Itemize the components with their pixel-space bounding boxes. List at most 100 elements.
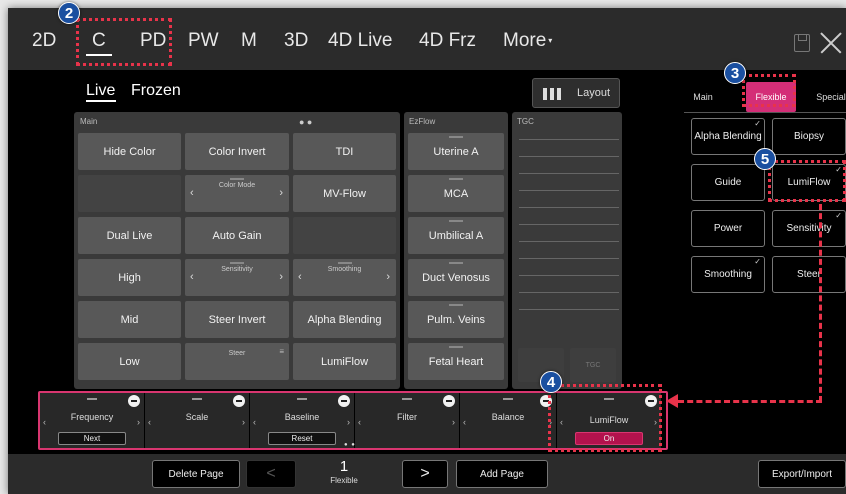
selector-bar: [230, 178, 244, 180]
tgc-slider[interactable]: [519, 292, 619, 293]
more-label: More: [503, 30, 547, 51]
frequency-knob[interactable]: Frequency ‹ › Next: [40, 393, 144, 448]
chevron-right-icon[interactable]: ›: [347, 417, 350, 427]
flex-smoothing-button[interactable]: Smoothing ✓: [691, 256, 765, 293]
dual-live-button[interactable]: Dual Live: [78, 217, 181, 254]
chevron-left-icon[interactable]: ‹: [298, 271, 302, 283]
flex-power-button[interactable]: Power: [691, 210, 765, 247]
mode-more[interactable]: More ▾: [503, 30, 552, 52]
flex-biopsy-button[interactable]: Biopsy: [772, 118, 846, 155]
save-icon[interactable]: [794, 34, 810, 52]
minus-icon[interactable]: [128, 395, 140, 407]
filter-knob[interactable]: Filter ‹ ›: [355, 393, 459, 448]
minus-icon[interactable]: [338, 395, 350, 407]
umbilical-a-button[interactable]: Umbilical A: [408, 217, 504, 254]
check-icon: ✓: [754, 119, 761, 128]
flex-sensitivity-button[interactable]: Sensitivity ✓: [772, 210, 846, 247]
tab-main[interactable]: Main: [678, 82, 728, 112]
ultrasound-touch-screen: 2D C PD PW M 3D 4D Live 4D Frz More ▾ Liv…: [8, 8, 846, 494]
fetal-heart-label: Fetal Heart: [428, 355, 484, 368]
chevron-right-icon[interactable]: ›: [279, 187, 283, 199]
delete-page-button[interactable]: Delete Page: [152, 460, 240, 488]
auto-gain-button[interactable]: Auto Gain: [185, 217, 289, 254]
tgc-slider[interactable]: [519, 173, 619, 174]
tgc-slider[interactable]: [519, 207, 619, 208]
tgc-slider[interactable]: [519, 275, 619, 276]
minus-icon[interactable]: [233, 395, 245, 407]
tgc-slider[interactable]: [519, 309, 619, 310]
color-invert-button[interactable]: Color Invert: [185, 133, 289, 170]
check-icon: ✓: [754, 257, 761, 266]
chevron-left-icon[interactable]: ‹: [253, 417, 256, 427]
chevron-right-icon[interactable]: ›: [279, 271, 283, 283]
selector-bar: [230, 262, 244, 264]
mode-4d-frz[interactable]: 4D Frz: [419, 30, 476, 52]
close-icon[interactable]: [816, 28, 846, 58]
layout-button[interactable]: Layout: [532, 78, 620, 108]
mid-button[interactable]: Mid: [78, 301, 181, 338]
chevron-right-icon[interactable]: ›: [386, 271, 390, 283]
chevron-left-icon[interactable]: ‹: [43, 417, 46, 427]
chevron-left-icon[interactable]: ‹: [190, 187, 194, 199]
color-mode-selector[interactable]: Color Mode ‹ ›: [185, 175, 289, 212]
annotation-arrow-icon: [666, 394, 678, 408]
chevron-right-icon[interactable]: ›: [452, 417, 455, 427]
mode-4d-live[interactable]: 4D Live: [328, 30, 392, 52]
mv-flow-button[interactable]: MV-Flow: [293, 175, 396, 212]
chevron-left-icon[interactable]: ‹: [190, 271, 194, 283]
smoothing-selector[interactable]: Smoothing ‹ ›: [293, 259, 396, 296]
empty-slot: [78, 175, 181, 212]
tgc-slider[interactable]: [519, 224, 619, 225]
tgc-slider[interactable]: [519, 258, 619, 259]
chevron-left-icon[interactable]: ‹: [463, 417, 466, 427]
tab-special[interactable]: Special: [806, 82, 846, 112]
hide-color-button[interactable]: Hide Color: [78, 133, 181, 170]
next-page-button[interactable]: >: [402, 460, 448, 488]
flex-alpha-blending-button[interactable]: Alpha Blending ✓: [691, 118, 765, 155]
steer-selector[interactable]: Steer ≡: [185, 343, 289, 380]
chevron-left-icon[interactable]: ‹: [148, 417, 151, 427]
minus-icon[interactable]: [443, 395, 455, 407]
knob-bar: [192, 398, 202, 400]
sensitivity-selector[interactable]: Sensitivity ‹ ›: [185, 259, 289, 296]
alpha-blending-button[interactable]: Alpha Blending: [293, 301, 396, 338]
mode-pw[interactable]: PW: [188, 30, 219, 52]
tgc-slider[interactable]: [519, 139, 619, 140]
live-tab[interactable]: Live: [86, 82, 115, 100]
chevron-left-icon[interactable]: ‹: [358, 417, 361, 427]
duct-venosus-button[interactable]: Duct Venosus: [408, 259, 504, 296]
knob-bar: [87, 398, 97, 400]
annotation-box-lumiflow-knob: [548, 384, 662, 452]
balance-knob[interactable]: Balance ‹ ›: [460, 393, 556, 448]
tgc-slider[interactable]: [519, 156, 619, 157]
lumiflow-button[interactable]: LumiFlow: [293, 343, 396, 380]
steer-invert-button[interactable]: Steer Invert: [185, 301, 289, 338]
pulm-veins-button[interactable]: Pulm. Veins: [408, 301, 504, 338]
chevron-right-icon[interactable]: ›: [242, 417, 245, 427]
frozen-tab[interactable]: Frozen: [131, 82, 181, 100]
baseline-knob[interactable]: Baseline ‹ › Reset: [250, 393, 354, 448]
mode-m[interactable]: M: [241, 30, 257, 52]
mca-label: MCA: [443, 187, 469, 200]
tdi-button[interactable]: TDI: [293, 133, 396, 170]
export-import-button[interactable]: Export/Import: [758, 460, 846, 488]
knob-bar: [402, 398, 412, 400]
chevron-right-icon[interactable]: ›: [137, 417, 140, 427]
mca-button[interactable]: MCA: [408, 175, 504, 212]
mode-3d[interactable]: 3D: [284, 30, 308, 52]
frequency-next-button[interactable]: Next: [58, 432, 126, 445]
mode-2d[interactable]: 2D: [32, 30, 56, 52]
high-button[interactable]: High: [78, 259, 181, 296]
tgc-slider[interactable]: [519, 241, 619, 242]
tgc-slider[interactable]: [519, 190, 619, 191]
low-button[interactable]: Low: [78, 343, 181, 380]
scale-knob[interactable]: Scale ‹ ›: [145, 393, 249, 448]
tgc-panel-title: TGC: [517, 117, 534, 126]
flex-guide-button[interactable]: Guide: [691, 164, 765, 201]
fetal-heart-button[interactable]: Fetal Heart: [408, 343, 504, 380]
baseline-reset-button[interactable]: Reset: [268, 432, 336, 445]
uterine-a-button[interactable]: Uterine A: [408, 133, 504, 170]
flex-steer-button[interactable]: Steer: [772, 256, 846, 293]
add-page-button[interactable]: Add Page: [456, 460, 548, 488]
prev-page-button[interactable]: <: [246, 460, 296, 488]
